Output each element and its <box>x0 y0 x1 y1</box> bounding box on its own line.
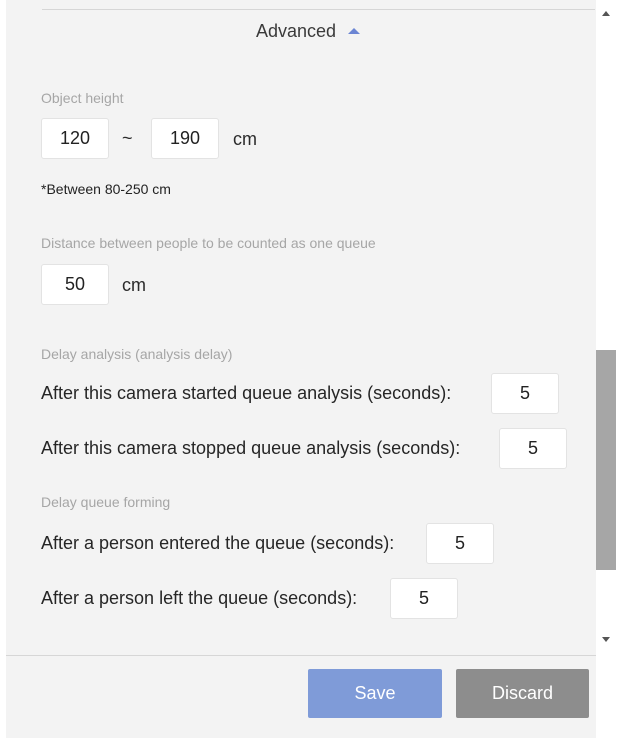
footer-divider <box>6 655 596 656</box>
scroll-down-arrow-icon[interactable] <box>602 637 610 642</box>
stopped-analysis-input[interactable] <box>499 428 567 469</box>
left-queue-label: After a person left the queue (seconds): <box>41 588 358 608</box>
vertical-scrollbar[interactable] <box>596 0 620 655</box>
delay-queue-title: Delay queue forming <box>41 494 171 510</box>
advanced-label: Advanced <box>256 20 337 41</box>
discard-button[interactable]: Discard <box>456 669 589 718</box>
distance-unit: cm <box>122 275 146 295</box>
save-button[interactable]: Save <box>308 669 442 718</box>
stopped-analysis-label: After this camera stopped queue analysis… <box>41 438 461 458</box>
object-height-note: *Between 80-250 cm <box>41 181 171 197</box>
started-analysis-label: After this camera started queue analysis… <box>41 383 452 403</box>
scrollbar-thumb[interactable] <box>596 350 616 570</box>
entered-queue-label: After a person entered the queue (second… <box>41 533 395 553</box>
range-separator: ~ <box>122 128 133 148</box>
settings-panel: Advanced Object height ~ cm *Between 80-… <box>6 0 596 738</box>
object-height-min-input[interactable] <box>41 118 109 159</box>
top-divider <box>42 9 595 10</box>
advanced-toggle[interactable]: Advanced <box>256 18 361 44</box>
distance-input[interactable] <box>41 264 109 305</box>
delay-analysis-title: Delay analysis (analysis delay) <box>41 346 233 362</box>
caret-up-icon <box>348 28 361 34</box>
distance-title: Distance between people to be counted as… <box>41 235 376 251</box>
entered-queue-input[interactable] <box>426 523 494 564</box>
started-analysis-input[interactable] <box>491 373 559 414</box>
object-height-title: Object height <box>41 90 124 106</box>
object-height-unit: cm <box>233 129 257 149</box>
scroll-up-arrow-icon[interactable] <box>602 11 610 16</box>
object-height-max-input[interactable] <box>151 118 219 159</box>
left-queue-input[interactable] <box>390 578 458 619</box>
